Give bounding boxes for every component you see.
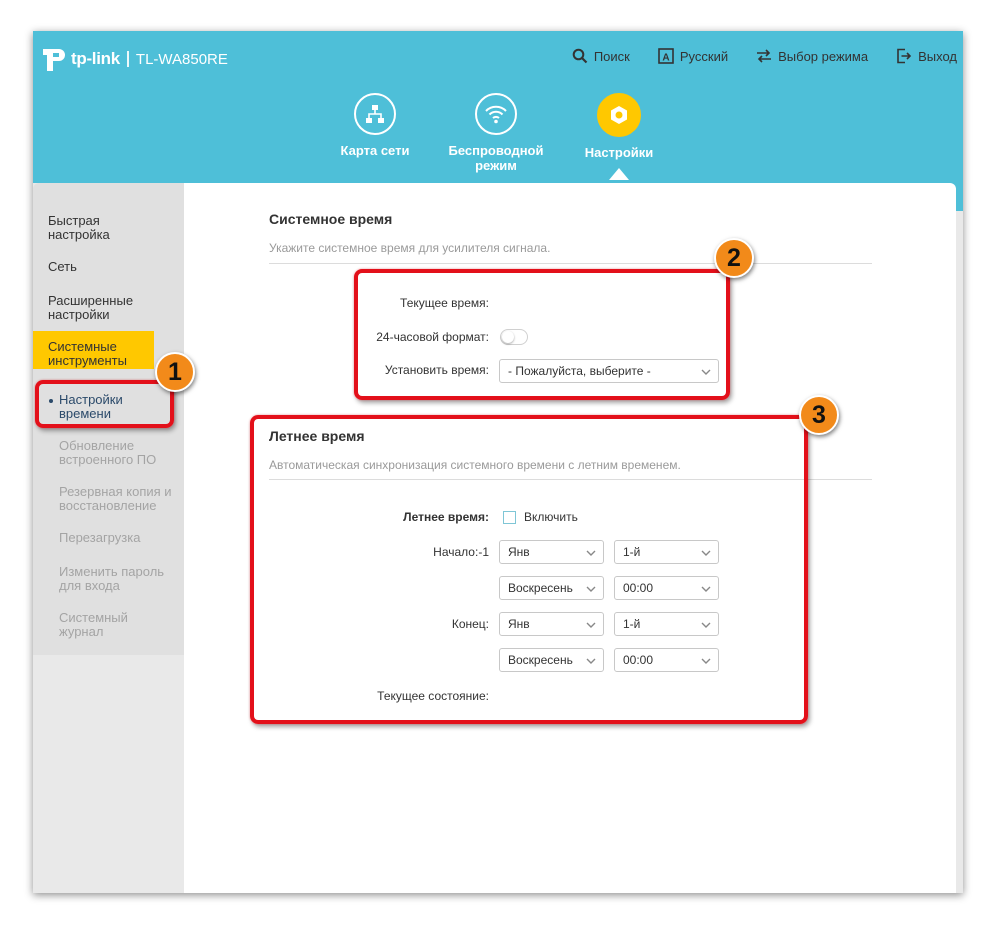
sidebar-subitem-change-password[interactable]: Изменить пароль для входа xyxy=(59,565,169,593)
sidebar-subitem-backup[interactable]: Резервная копия и восстановление xyxy=(59,485,174,513)
search-icon xyxy=(572,48,588,64)
search-link[interactable]: Поиск xyxy=(572,48,630,64)
svg-text:A: A xyxy=(662,53,669,64)
language-link[interactable]: A Русский xyxy=(658,48,728,64)
sidebar-item-network[interactable]: Сеть xyxy=(48,260,77,274)
main-nav: Карта сети Беспроводной режим Настройки xyxy=(333,93,663,173)
sidebar-item-quick-setup[interactable]: Быстрая настройка xyxy=(48,214,138,242)
mode-switch-link[interactable]: Выбор режима xyxy=(756,48,868,64)
sidebar-subitem-system-log[interactable]: Системный журнал xyxy=(59,611,149,639)
gear-icon xyxy=(597,93,641,137)
mode-switch-icon xyxy=(757,49,772,63)
top-links: Поиск A Русский Выбор режима Выход xyxy=(572,48,957,64)
network-map-icon xyxy=(354,93,396,135)
sidebar: Быстрая настройка Сеть Расширенные настр… xyxy=(33,183,184,893)
model-name: TL-WA850RE xyxy=(135,50,228,68)
active-tab-caret xyxy=(609,168,629,180)
tab-wireless[interactable]: Беспроводной режим xyxy=(432,93,560,173)
annotation-box-3 xyxy=(250,415,808,724)
system-time-divider xyxy=(269,263,872,264)
sidebar-subitem-firmware[interactable]: Обновление встроенного ПО xyxy=(59,439,164,467)
tab-network-map[interactable]: Карта сети xyxy=(340,93,410,158)
annotation-badge-1: 1 xyxy=(155,352,195,392)
logout-link-label: Выход xyxy=(918,48,957,64)
annotation-box-1 xyxy=(35,380,174,428)
logout-link[interactable]: Выход xyxy=(896,48,957,64)
annotation-badge-3: 3 xyxy=(799,395,839,435)
system-time-title: Системное время xyxy=(269,211,393,227)
brand-separator xyxy=(126,51,129,67)
browser-frame: tp-link TL-WA850RE Поиск A Русский Выбор… xyxy=(33,31,963,893)
tab-wireless-label: Беспроводной режим xyxy=(448,143,544,173)
tab-settings[interactable]: Настройки xyxy=(584,93,654,160)
tab-network-map-label: Карта сети xyxy=(340,143,410,158)
language-link-label: Русский xyxy=(679,48,729,64)
logo: tp-link TL-WA850RE xyxy=(39,45,228,73)
system-time-description: Укажите системное время для усилителя си… xyxy=(269,241,551,255)
mode-switch-link-label: Выбор режима xyxy=(778,48,869,64)
annotation-badge-2: 2 xyxy=(714,238,754,278)
brand-name: tp-link xyxy=(71,49,120,68)
sidebar-item-advanced[interactable]: Расширенные настройки xyxy=(48,294,148,322)
search-link-label: Поиск xyxy=(593,48,630,64)
sidebar-subitem-reboot[interactable]: Перезагрузка xyxy=(59,531,140,545)
wireless-icon xyxy=(475,93,517,135)
annotation-box-2 xyxy=(354,269,730,400)
tab-settings-label: Настройки xyxy=(584,145,654,160)
sidebar-item-system-tools[interactable]: Системные инструменты xyxy=(33,331,154,369)
language-icon: A xyxy=(658,48,674,64)
tp-link-logo-icon xyxy=(43,49,65,71)
logout-icon xyxy=(897,48,912,64)
